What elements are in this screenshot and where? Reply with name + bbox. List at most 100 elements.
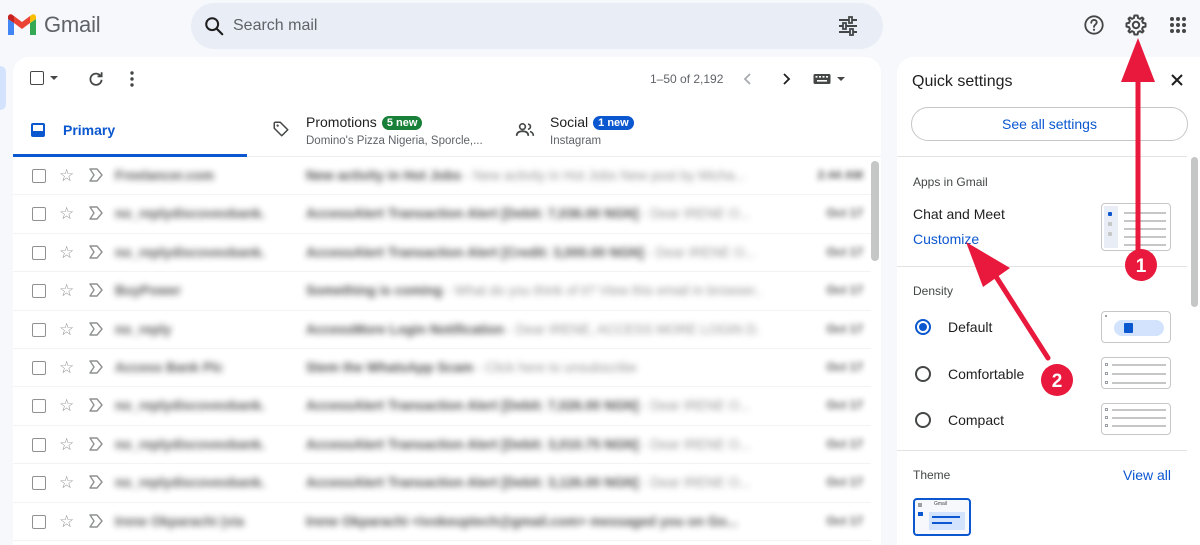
email-subject: Stem the WhatsApp Scam — [306, 359, 474, 375]
row-checkbox[interactable] — [32, 399, 46, 414]
row-checkbox[interactable] — [32, 169, 46, 183]
settings-button[interactable] — [1122, 11, 1150, 39]
tab-social[interactable]: Social 1 new Instagram — [513, 101, 753, 157]
top-header: Gmail — [0, 0, 1200, 52]
row-checkbox[interactable] — [32, 437, 46, 452]
important-marker-icon[interactable] — [89, 167, 103, 183]
email-row[interactable]: ☆ no_replydiscoveobank. AccessAlert Transa… — [13, 234, 871, 273]
email-sender: no_reply — [115, 321, 172, 337]
email-row[interactable]: ☆ no_replydiscoveobank. AccessAlert Transa… — [13, 195, 871, 234]
email-row[interactable]: ☆ Irene Okparachi (via Irene Okparachi <iv… — [13, 503, 871, 541]
see-all-settings-button[interactable]: See all settings — [911, 107, 1188, 141]
density-option-label: Default — [948, 319, 993, 335]
density-compact-radio[interactable] — [915, 412, 931, 428]
email-row[interactable]: ☆ no_replydiscoveobank. AccessAlert Transa… — [13, 464, 871, 503]
star-icon[interactable]: ☆ — [59, 166, 74, 186]
density-compact-preview — [1101, 403, 1171, 435]
select-all-checkbox[interactable] — [30, 71, 59, 85]
email-subject: AccessMore Login Notification — [306, 321, 505, 337]
support-button[interactable] — [1080, 11, 1108, 39]
search-icon[interactable] — [203, 15, 225, 37]
row-checkbox[interactable] — [32, 476, 46, 491]
email-row[interactable]: ☆ BuyPower Something is coming - What do y… — [13, 272, 871, 311]
mail-scrollbar[interactable] — [871, 161, 879, 261]
email-row[interactable]: ☆ no_replydiscoveobank. AccessAlert Transa… — [13, 387, 871, 426]
star-icon[interactable]: ☆ — [59, 435, 74, 455]
star-icon[interactable]: ☆ — [59, 281, 74, 301]
tab-label: Social — [550, 114, 589, 130]
new-count-badge: 5 new — [381, 116, 423, 130]
star-icon[interactable]: ☆ — [59, 473, 74, 493]
email-sender: Irene Okparachi (via — [115, 513, 245, 529]
email-date: Oct 17 — [826, 436, 863, 451]
tab-promotions[interactable]: Promotions 5 new Domino's Pizza Nigeria, … — [271, 101, 511, 157]
email-snippet: - Dear IRENE O... — [638, 475, 751, 491]
star-icon[interactable]: ☆ — [59, 320, 74, 340]
apps-section-heading: Apps in Gmail — [913, 175, 988, 189]
search-input[interactable] — [233, 14, 813, 38]
email-sender: no_replydiscoveobank. — [115, 436, 266, 452]
customize-link[interactable]: Customize — [913, 231, 979, 247]
email-row[interactable]: ☆ no_reply AccessMore Login Notification -… — [13, 311, 871, 349]
email-date: Oct 17 — [826, 398, 863, 413]
email-row[interactable]: ☆ no_replydiscoveobank. AccessAlert Transa… — [13, 426, 871, 465]
mail-list-panel: 1–50 of 2,192 Primary Promotions 5 new D… — [13, 57, 881, 545]
important-marker-icon[interactable] — [89, 436, 103, 452]
more-options-button[interactable] — [129, 71, 135, 87]
google-apps-button[interactable] — [1164, 11, 1192, 39]
star-icon[interactable]: ☆ — [59, 396, 74, 416]
email-sender: no_replydiscoveobank. — [115, 475, 266, 491]
nav-rail-selection[interactable] — [0, 66, 6, 110]
row-checkbox[interactable] — [32, 360, 46, 375]
email-row[interactable]: ☆ Access Bank Plc Stem the WhatsApp Scam -… — [13, 349, 871, 388]
row-checkbox[interactable] — [32, 322, 46, 337]
star-icon[interactable]: ☆ — [59, 512, 74, 532]
gmail-m-icon — [8, 14, 36, 35]
star-icon[interactable]: ☆ — [59, 243, 74, 263]
important-marker-icon[interactable] — [89, 359, 103, 375]
important-marker-icon[interactable] — [89, 244, 103, 260]
close-icon[interactable] — [1169, 72, 1185, 88]
email-subject-line: Something is coming - What do you think … — [306, 283, 761, 298]
divider — [897, 156, 1187, 157]
search-options-icon[interactable] — [837, 16, 859, 36]
density-comfortable-radio[interactable] — [915, 366, 931, 382]
density-default-radio[interactable] — [915, 319, 931, 335]
search-bar[interactable] — [191, 3, 883, 49]
tab-primary[interactable]: Primary — [13, 101, 247, 157]
row-checkbox[interactable] — [32, 245, 46, 260]
important-marker-icon[interactable] — [89, 397, 103, 413]
category-tabs: Primary Promotions 5 new Domino's Pizza N… — [13, 101, 881, 157]
star-icon[interactable]: ☆ — [59, 358, 74, 378]
email-snippet: - New activity in Hot Jobs New post by M… — [461, 168, 746, 183]
chevron-left-icon — [743, 73, 751, 85]
email-subject: AccessAlert Transaction Alert [Debit: 7,… — [306, 398, 639, 414]
row-checkbox[interactable] — [32, 284, 46, 299]
chevron-down-icon[interactable] — [49, 74, 59, 82]
new-count-badge: 1 new — [593, 116, 634, 130]
email-subject: AccessAlert Transaction Alert [Debit: 3,… — [306, 436, 639, 452]
important-marker-icon[interactable] — [89, 282, 103, 298]
settings-scrollbar[interactable] — [1191, 157, 1198, 307]
email-subject: Something is coming — [306, 283, 443, 299]
refresh-button[interactable] — [87, 70, 105, 88]
view-all-themes-link[interactable]: View all — [1123, 467, 1171, 483]
newer-button[interactable] — [743, 72, 753, 86]
older-button[interactable] — [781, 72, 791, 86]
email-row[interactable]: ☆ Freelancer.com New activity in Hot Jobs … — [13, 157, 871, 196]
important-marker-icon[interactable] — [89, 205, 103, 221]
row-checkbox[interactable] — [32, 207, 46, 222]
row-checkbox[interactable] — [32, 514, 46, 529]
theme-default-thumbnail[interactable]: Gmail — [913, 498, 971, 536]
input-tools-button[interactable] — [813, 73, 846, 85]
email-subject-line: AccessAlert Transaction Alert [Debit: 7,… — [306, 398, 761, 413]
important-marker-icon[interactable] — [89, 513, 103, 529]
star-icon[interactable]: ☆ — [59, 204, 74, 224]
important-marker-icon[interactable] — [89, 321, 103, 337]
theme-thumbnail-label: Gmail — [934, 501, 948, 507]
important-marker-icon[interactable] — [89, 474, 103, 490]
email-date: Oct 17 — [826, 475, 863, 490]
density-comfortable-preview — [1101, 357, 1171, 389]
gmail-logo[interactable]: Gmail — [6, 12, 101, 38]
email-subject: AccessAlert Transaction Alert [Debit: 7,… — [306, 206, 639, 222]
